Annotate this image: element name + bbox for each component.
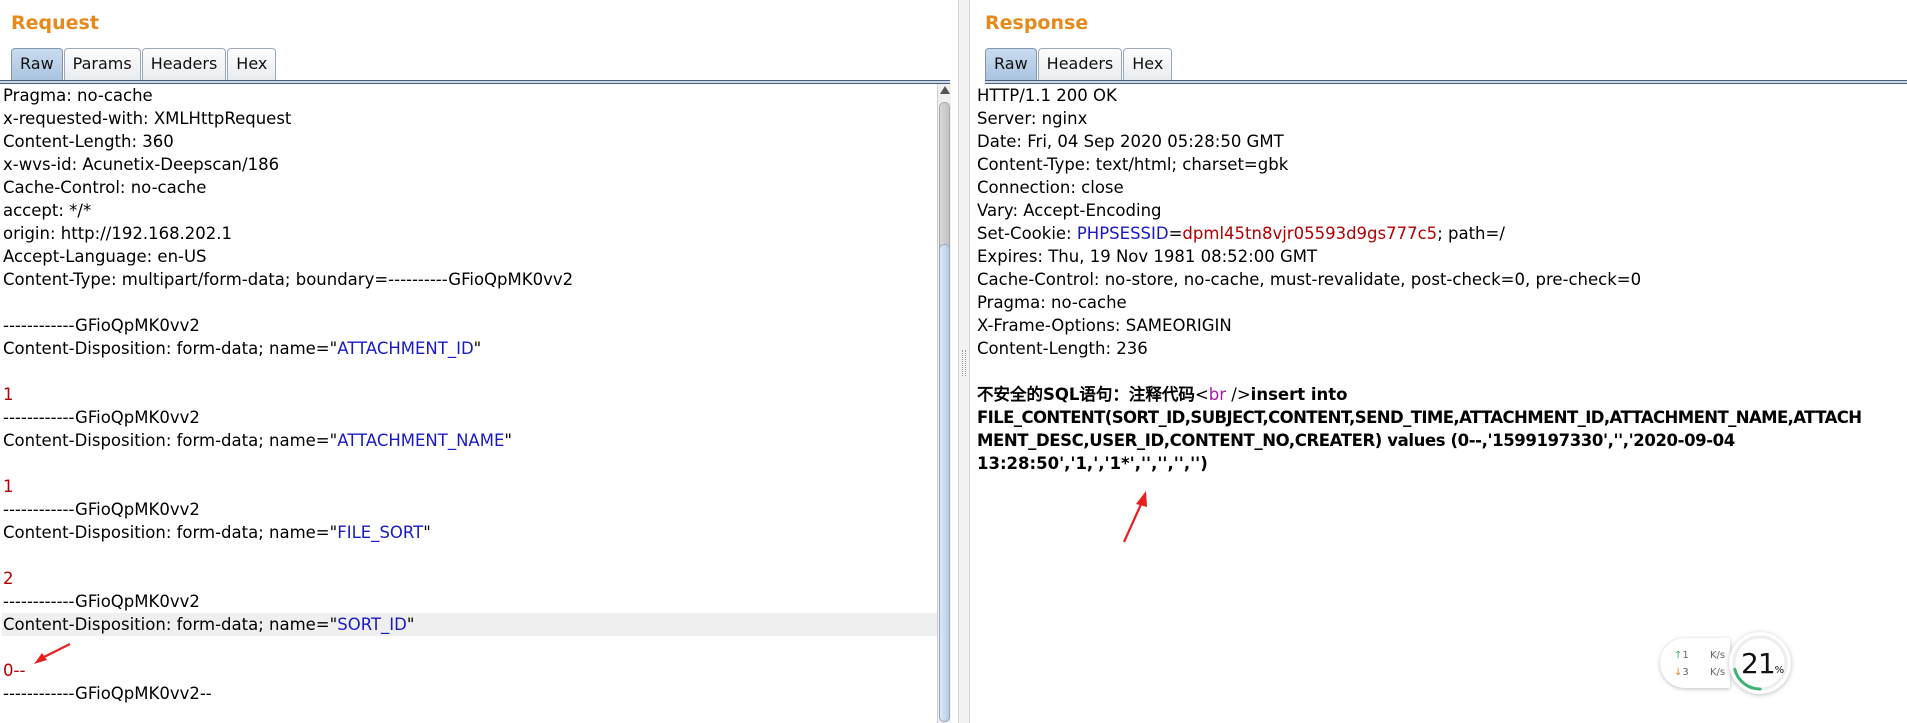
scroll-up-arrow-icon[interactable] [940,86,950,94]
request-line-blank [2,452,937,475]
response-header: Vary: Accept-Encoding [977,201,1162,220]
request-scrollbar[interactable] [937,84,951,723]
response-header: Expires: Thu, 19 Nov 1981 08:52:00 GMT [977,247,1318,266]
request-boundary: ------------GFioQpMK0vv2 [3,408,200,427]
cookie-eq: = [1168,224,1183,243]
request-line: x-requested-with: XMLHttpRequest [3,109,292,128]
response-header: Content-Length: 236 [977,339,1148,358]
request-line: Cache-Control: no-cache [3,178,207,197]
request-line: x-wvs-id: Acunetix-Deepscan/186 [3,155,280,174]
cookie-suffix: ; path=/ [1437,224,1505,243]
field-name-attachment-name: ATTACHMENT_NAME [337,431,505,450]
request-boundary-end: ------------GFioQpMK0vv2-- [3,684,212,703]
request-line: accept: */* [3,201,92,220]
request-line-blank [2,544,937,567]
cd-prefix: Content-Disposition: form-data; name= [3,615,330,634]
cookie-name: PHPSESSID [1076,224,1169,243]
response-header: Pragma: no-cache [977,293,1127,312]
request-value: 1 [3,385,14,404]
request-title: Request [11,12,99,34]
response-tabs: Raw Headers Hex [985,48,1173,80]
request-line: Content-Type: multipart/form-data; bound… [3,270,574,289]
cookie-value: dpml45tn8vjr05593d9gs777c5 [1182,224,1438,243]
field-name-file-sort: FILE_SORT [337,523,424,542]
response-line-blank [976,360,1906,383]
cpu-percent: 21 [1741,647,1776,680]
cpu-value: 21% [1741,647,1784,680]
network-speed-widget[interactable]: ↑1 K/s ↓3 K/s [1660,638,1730,688]
request-boundary: ------------GFioQpMK0vv2 [3,500,200,519]
request-value: 1 [3,477,14,496]
request-content-disposition: Content-Disposition: form-data; name="AT… [3,339,482,358]
response-title: Response [985,12,1089,34]
request-content-disposition: Content-Disposition: form-data; name="SO… [2,613,937,636]
request-value-injection: 0-- [3,661,26,680]
cd-prefix: Content-Disposition: form-data; name= [3,431,330,450]
request-boundary: ------------GFioQpMK0vv2 [3,316,200,335]
request-tab-params[interactable]: Params [63,48,141,80]
cpu-percent-unit: % [1774,665,1785,676]
upload-unit: K/s [1710,650,1726,661]
set-cookie-prefix: Set-Cookie: [977,224,1077,243]
response-body-line: FILE_CONTENT(SORT_ID,SUBJECT,CONTENT,SEN… [977,408,1862,427]
upload-value: 1 [1682,650,1689,661]
tag-name: br [1208,385,1227,404]
response-body-line: 13:28:50','1,','1*','','','','') [977,454,1208,473]
request-line: Content-Length: 360 [3,132,174,151]
cd-prefix: Content-Disposition: form-data; name= [3,339,330,358]
request-tab-raw[interactable]: Raw [11,48,63,80]
response-pane: Response Raw Headers Hex HTTP/1.1 200 OK… [970,0,1907,723]
request-value: 2 [3,569,14,588]
response-header: Date: Fri, 04 Sep 2020 05:28:50 GMT [977,132,1284,151]
response-header: Content-Type: text/html; charset=gbk [977,155,1289,174]
response-status-line: HTTP/1.1 200 OK [977,86,1117,105]
response-header: Cache-Control: no-store, no-cache, must-… [977,270,1642,289]
request-line: origin: http://192.168.202.1 [3,224,233,243]
request-boundary: ------------GFioQpMK0vv2 [3,592,200,611]
body-lead: 不安全的SQL语句：注释代码 [977,385,1195,404]
request-line: Accept-Language: en-US [3,247,207,266]
request-tab-headers[interactable]: Headers [141,48,227,80]
pane-divider[interactable] [958,0,970,723]
request-line-blank [2,636,937,659]
download-value: 3 [1682,667,1689,678]
request-pane: Request Raw Params Headers Hex Pragma: n… [0,0,958,723]
tag-open: < [1194,385,1209,404]
field-name-attachment-id: ATTACHMENT_ID [337,339,474,358]
request-line-blank [2,291,937,314]
request-content-disposition: Content-Disposition: form-data; name="FI… [3,523,431,542]
response-tab-hex[interactable]: Hex [1123,48,1173,80]
download-speed: ↓3 K/s [1674,667,1725,678]
request-tabs: Raw Params Headers Hex [11,48,277,80]
response-body-line: 不安全的SQL语句：注释代码<br />insert into [976,383,1906,406]
request-line-blank [2,360,937,383]
divider-grip[interactable] [962,350,966,376]
cpu-usage-widget[interactable]: 21% [1729,632,1791,694]
response-body-line: MENT_DESC,USER_ID,CONTENT_NO,CREATER) va… [977,431,1735,450]
tag-close: /> [1226,385,1251,404]
scrollbar-thumb[interactable] [939,244,950,722]
response-tab-headers[interactable]: Headers [1037,48,1123,80]
download-unit: K/s [1710,667,1726,678]
response-header: X-Frame-Options: SAMEORIGIN [977,316,1232,335]
response-header: Server: nginx [977,109,1088,128]
request-editor[interactable]: Pragma: no-cache x-requested-with: XMLHt… [2,84,937,723]
request-content-disposition: Content-Disposition: form-data; name="AT… [3,431,512,450]
field-name-sort-id: SORT_ID [337,615,407,634]
response-set-cookie: Set-Cookie: PHPSESSID=dpml45tn8vjr05593d… [976,222,1906,245]
request-line: Pragma: no-cache [3,86,153,105]
cd-prefix: Content-Disposition: form-data; name= [3,523,330,542]
response-header: Connection: close [977,178,1124,197]
response-editor[interactable]: HTTP/1.1 200 OK Server: nginx Date: Fri,… [976,84,1906,723]
request-tab-hex[interactable]: Hex [227,48,277,80]
response-tab-raw[interactable]: Raw [985,48,1037,80]
body-after-tag: insert into [1250,385,1348,404]
upload-speed: ↑1 K/s [1674,650,1725,661]
